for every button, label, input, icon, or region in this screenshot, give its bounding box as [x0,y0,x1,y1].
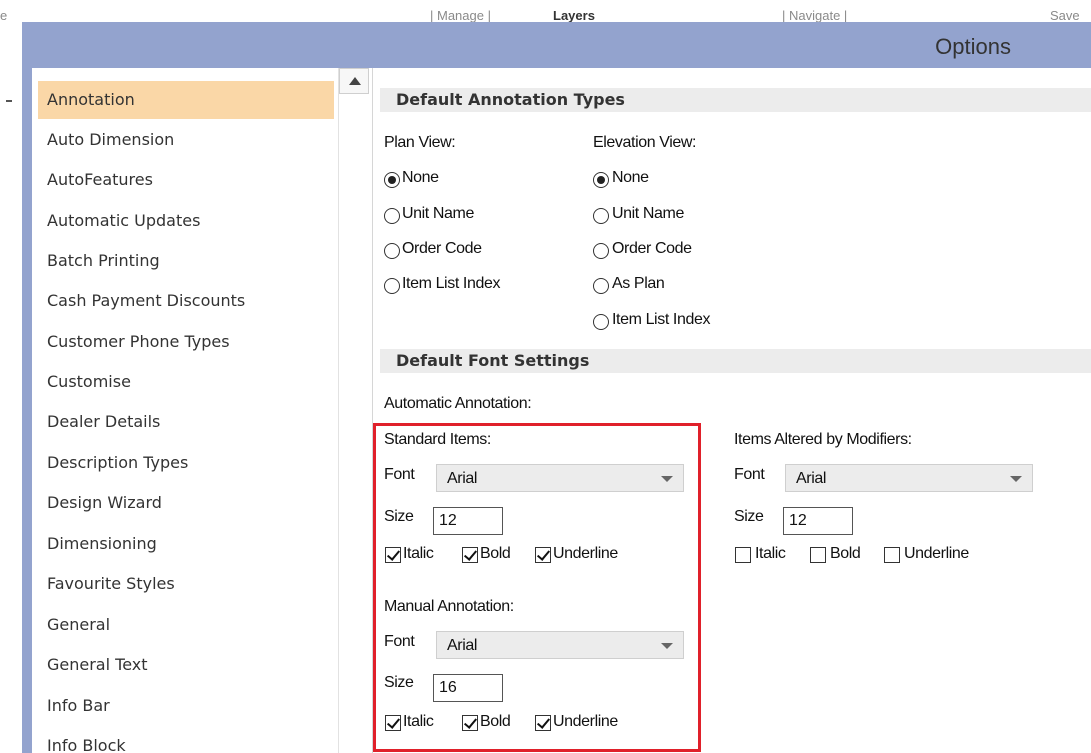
elevation-as-plan-radio[interactable] [593,278,609,294]
plan-item-list-index-label: Item List Index [402,275,501,292]
background-fragment: | Manage | [430,8,491,22]
background-fragment: Layers [553,8,595,22]
standard-italic-label: Italic [403,545,434,562]
background-toolbar: e | Manage | Layers | Navigate | Save [0,0,1091,22]
modified-items-label: Items Altered by Modifiers: [734,431,912,448]
category-item-customise[interactable]: Customise [38,363,334,401]
category-item-autofeatures[interactable]: AutoFeatures [38,161,334,199]
category-item-annotation[interactable]: Annotation [38,81,334,119]
standard-bold-checkbox[interactable] [462,547,478,563]
background-left-edge [0,22,22,753]
category-item-automatic-updates[interactable]: Automatic Updates [38,202,334,240]
category-item-info-block[interactable]: Info Block [38,727,334,753]
automatic-annotation-label: Automatic Annotation: [384,395,532,412]
elevation-item-list-index-label: Item List Index [612,311,711,328]
manual-bold-label: Bold [480,713,511,730]
standard-underline-label: Underline [553,545,618,562]
category-item-dealer-details[interactable]: Dealer Details [38,403,334,441]
plan-order-code-radio[interactable] [384,243,400,259]
plan-unit-name-label: Unit Name [402,205,474,222]
modified-font-value: Arial [796,470,827,487]
dialog-content: Annotation Auto Dimension AutoFeatures A… [32,68,1091,753]
modified-bold-label: Bold [830,545,861,562]
chevron-down-icon [661,476,673,482]
manual-font-label: Font [384,633,415,650]
options-dialog: Options Annotation Auto Dimension AutoFe… [22,22,1091,753]
manual-size-value: 16 [439,679,457,696]
background-fragment: | Navigate | [782,8,848,22]
category-item-general[interactable]: General [38,606,334,644]
manual-underline-label: Underline [553,713,618,730]
elevation-order-code-radio[interactable] [593,243,609,259]
category-item-design-wizard[interactable]: Design Wizard [38,484,334,522]
category-item-dimensioning[interactable]: Dimensioning [38,525,334,563]
chevron-down-icon [1010,476,1022,482]
options-category-list: Annotation Auto Dimension AutoFeatures A… [32,68,373,753]
modified-size-label: Size [734,508,764,525]
manual-size-input[interactable]: 16 [433,674,503,702]
standard-items-label: Standard Items: [384,431,491,448]
elevation-none-radio[interactable] [593,172,609,188]
standard-size-label: Size [384,508,414,525]
modified-italic-checkbox[interactable] [735,547,751,563]
category-item-general-text[interactable]: General Text [38,646,334,684]
elevation-none-label: None [612,169,649,186]
manual-italic-label: Italic [403,713,434,730]
modified-italic-label: Italic [755,545,786,562]
category-item-cash-payment-discounts[interactable]: Cash Payment Discounts [38,282,334,320]
default-annotation-types-header: Default Annotation Types [380,88,1091,112]
category-item-info-bar[interactable]: Info Bar [38,687,334,725]
plan-item-list-index-radio[interactable] [384,278,400,294]
manual-bold-checkbox[interactable] [462,715,478,731]
category-item-favourite-styles[interactable]: Favourite Styles [38,565,334,603]
category-item-auto-dimension[interactable]: Auto Dimension [38,121,334,159]
elevation-view-label: Elevation View: [593,134,697,151]
category-item-batch-printing[interactable]: Batch Printing [38,242,334,280]
modified-font-dropdown[interactable]: Arial [785,464,1033,492]
elevation-unit-name-label: Unit Name [612,205,684,222]
plan-unit-name-radio[interactable] [384,208,400,224]
standard-underline-checkbox[interactable] [535,547,551,563]
background-fragment: e [0,8,8,22]
category-list-scrollbar[interactable] [338,68,369,753]
elevation-unit-name-radio[interactable] [593,208,609,224]
standard-font-dropdown[interactable]: Arial [436,464,684,492]
standard-bold-label: Bold [480,545,511,562]
annotation-settings-panel: Default Annotation Types Plan View: None… [378,68,1091,753]
scroll-up-button[interactable] [339,68,369,94]
plan-order-code-label: Order Code [402,240,482,257]
manual-font-value: Arial [447,637,478,654]
modified-bold-checkbox[interactable] [810,547,826,563]
chevron-up-icon [349,77,361,85]
manual-italic-checkbox[interactable] [385,715,401,731]
manual-annotation-label: Manual Annotation: [384,598,514,615]
dialog-title: Options [935,34,1011,59]
modified-underline-label: Underline [904,545,969,562]
default-font-settings-header: Default Font Settings [380,349,1091,373]
modified-underline-checkbox[interactable] [884,547,900,563]
category-item-customer-phone-types[interactable]: Customer Phone Types [38,323,334,361]
elevation-item-list-index-radio[interactable] [593,314,609,330]
plan-none-radio[interactable] [384,172,400,188]
standard-font-value: Arial [447,470,478,487]
plan-view-label: Plan View: [384,134,456,151]
category-item-description-types[interactable]: Description Types [38,444,334,482]
standard-size-value: 12 [439,512,457,529]
modified-font-label: Font [734,466,765,483]
elevation-as-plan-label: As Plan [612,275,665,292]
elevation-order-code-label: Order Code [612,240,692,257]
dialog-titlebar[interactable]: Options [22,22,1091,68]
standard-italic-checkbox[interactable] [385,547,401,563]
modified-size-value: 12 [789,512,807,529]
background-fragment: Save [1050,8,1080,22]
background-tick [6,100,12,102]
chevron-down-icon [661,643,673,649]
modified-size-input[interactable]: 12 [783,507,853,535]
standard-size-input[interactable]: 12 [433,507,503,535]
manual-underline-checkbox[interactable] [535,715,551,731]
standard-font-label: Font [384,466,415,483]
manual-size-label: Size [384,674,414,691]
manual-font-dropdown[interactable]: Arial [436,631,684,659]
plan-none-label: None [402,169,439,186]
